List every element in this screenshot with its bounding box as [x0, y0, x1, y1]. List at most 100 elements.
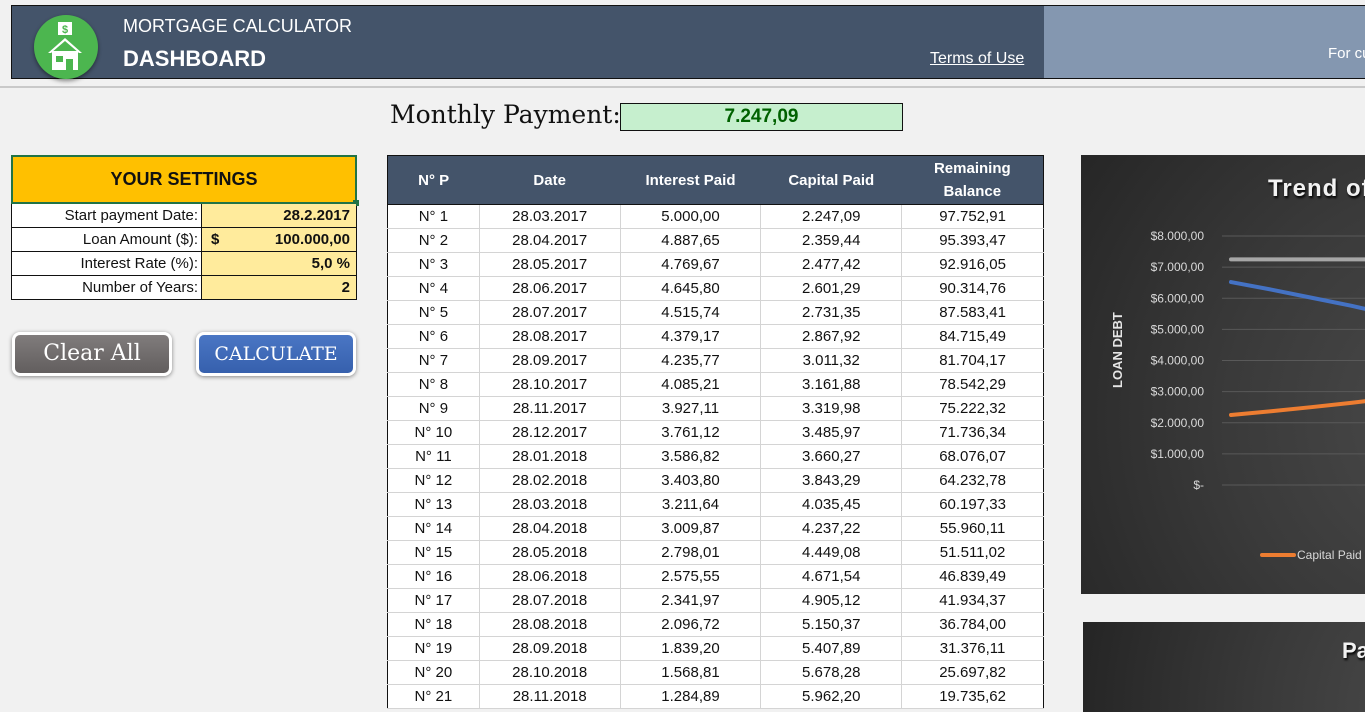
cell-interest-paid[interactable]: 3.009,87: [620, 516, 762, 541]
cell-capital-paid[interactable]: 2.731,35: [760, 300, 903, 325]
cell-date[interactable]: 28.04.2018: [479, 516, 621, 541]
cell-date[interactable]: 28.10.2017: [479, 372, 621, 397]
cell-period[interactable]: N° 2: [387, 228, 480, 253]
cell-capital-paid[interactable]: 4.035,45: [760, 492, 903, 517]
cell-interest-paid[interactable]: 2.341,97: [620, 588, 762, 613]
cell-remaining-balance[interactable]: 64.232,78: [901, 468, 1044, 493]
cell-period[interactable]: N° 18: [387, 612, 480, 637]
cell-date[interactable]: 28.05.2018: [479, 540, 621, 565]
cell-period[interactable]: N° 14: [387, 516, 480, 541]
cell-period[interactable]: N° 17: [387, 588, 480, 613]
cell-date[interactable]: 28.09.2017: [479, 348, 621, 373]
cell-period[interactable]: N° 12: [387, 468, 480, 493]
cell-remaining-balance[interactable]: 51.511,02: [901, 540, 1044, 565]
cell-interest-paid[interactable]: 1.284,89: [620, 684, 762, 709]
cell-capital-paid[interactable]: 5.150,37: [760, 612, 903, 637]
cell-remaining-balance[interactable]: 97.752,91: [901, 204, 1044, 229]
cell-period[interactable]: N° 19: [387, 636, 480, 661]
cell-date[interactable]: 28.11.2017: [479, 396, 621, 421]
cell-capital-paid[interactable]: 5.678,28: [760, 660, 903, 685]
cell-remaining-balance[interactable]: 92.916,05: [901, 252, 1044, 277]
cell-remaining-balance[interactable]: 78.542,29: [901, 372, 1044, 397]
cell-capital-paid[interactable]: 2.359,44: [760, 228, 903, 253]
cell-interest-paid[interactable]: 4.645,80: [620, 276, 762, 301]
cell-period[interactable]: N° 20: [387, 660, 480, 685]
cell-capital-paid[interactable]: 3.011,32: [760, 348, 903, 373]
cell-capital-paid[interactable]: 2.247,09: [760, 204, 903, 229]
cell-period[interactable]: N° 6: [387, 324, 480, 349]
cell-interest-paid[interactable]: 3.403,80: [620, 468, 762, 493]
cell-remaining-balance[interactable]: 31.376,11: [901, 636, 1044, 661]
cell-remaining-balance[interactable]: 90.314,76: [901, 276, 1044, 301]
cell-date[interactable]: 28.01.2018: [479, 444, 621, 469]
cell-remaining-balance[interactable]: 71.736,34: [901, 420, 1044, 445]
cell-capital-paid[interactable]: 4.449,08: [760, 540, 903, 565]
start-date-input[interactable]: 28.2.2017: [202, 204, 356, 227]
cell-date[interactable]: 28.06.2018: [479, 564, 621, 589]
cell-remaining-balance[interactable]: 46.839,49: [901, 564, 1044, 589]
cell-remaining-balance[interactable]: 55.960,11: [901, 516, 1044, 541]
cell-period[interactable]: N° 13: [387, 492, 480, 517]
cell-date[interactable]: 28.08.2017: [479, 324, 621, 349]
cell-capital-paid[interactable]: 2.867,92: [760, 324, 903, 349]
cell-date[interactable]: 28.02.2018: [479, 468, 621, 493]
cell-interest-paid[interactable]: 4.235,77: [620, 348, 762, 373]
cell-remaining-balance[interactable]: 84.715,49: [901, 324, 1044, 349]
cell-interest-paid[interactable]: 1.568,81: [620, 660, 762, 685]
cell-interest-paid[interactable]: 4.515,74: [620, 300, 762, 325]
cell-capital-paid[interactable]: 3.485,97: [760, 420, 903, 445]
loan-amount-input[interactable]: $100.000,00: [202, 228, 356, 251]
cell-date[interactable]: 28.06.2017: [479, 276, 621, 301]
cell-capital-paid[interactable]: 4.237,22: [760, 516, 903, 541]
cell-date[interactable]: 28.05.2017: [479, 252, 621, 277]
cell-interest-paid[interactable]: 4.085,21: [620, 372, 762, 397]
cell-interest-paid[interactable]: 4.887,65: [620, 228, 762, 253]
cell-date[interactable]: 28.03.2017: [479, 204, 621, 229]
cell-capital-paid[interactable]: 2.601,29: [760, 276, 903, 301]
cell-capital-paid[interactable]: 5.962,20: [760, 684, 903, 709]
cell-remaining-balance[interactable]: 81.704,17: [901, 348, 1044, 373]
cell-capital-paid[interactable]: 3.843,29: [760, 468, 903, 493]
cell-period[interactable]: N° 1: [387, 204, 480, 229]
payment-chart[interactable]: Pa: [1083, 622, 1365, 712]
cell-interest-paid[interactable]: 2.575,55: [620, 564, 762, 589]
cell-remaining-balance[interactable]: 41.934,37: [901, 588, 1044, 613]
cell-remaining-balance[interactable]: 87.583,41: [901, 300, 1044, 325]
cell-capital-paid[interactable]: 4.671,54: [760, 564, 903, 589]
cell-period[interactable]: N° 7: [387, 348, 480, 373]
years-input[interactable]: 2: [202, 276, 356, 299]
cell-capital-paid[interactable]: 2.477,42: [760, 252, 903, 277]
cell-period[interactable]: N° 4: [387, 276, 480, 301]
cell-remaining-balance[interactable]: 36.784,00: [901, 612, 1044, 637]
cell-period[interactable]: N° 10: [387, 420, 480, 445]
settings-title[interactable]: YOUR SETTINGS: [11, 155, 359, 206]
cell-period[interactable]: N° 9: [387, 396, 480, 421]
cell-interest-paid[interactable]: 3.761,12: [620, 420, 762, 445]
series-line-capital-paid[interactable]: [1229, 398, 1365, 417]
cell-remaining-balance[interactable]: 75.222,32: [901, 396, 1044, 421]
cell-period[interactable]: N° 16: [387, 564, 480, 589]
calculate-button[interactable]: CALCULATE: [196, 332, 356, 376]
cell-date[interactable]: 28.07.2018: [479, 588, 621, 613]
cell-capital-paid[interactable]: 3.660,27: [760, 444, 903, 469]
cell-remaining-balance[interactable]: 68.076,07: [901, 444, 1044, 469]
cell-capital-paid[interactable]: 4.905,12: [760, 588, 903, 613]
cell-interest-paid[interactable]: 5.000,00: [620, 204, 762, 229]
cell-interest-paid[interactable]: 1.839,20: [620, 636, 762, 661]
cell-interest-paid[interactable]: 4.769,67: [620, 252, 762, 277]
cell-capital-paid[interactable]: 3.319,98: [760, 396, 903, 421]
cell-remaining-balance[interactable]: 95.393,47: [901, 228, 1044, 253]
cell-date[interactable]: 28.12.2017: [479, 420, 621, 445]
cell-date[interactable]: 28.03.2018: [479, 492, 621, 517]
cell-capital-paid[interactable]: 5.407,89: [760, 636, 903, 661]
cell-interest-paid[interactable]: 2.798,01: [620, 540, 762, 565]
cell-interest-paid[interactable]: 3.927,11: [620, 396, 762, 421]
cell-remaining-balance[interactable]: 25.697,82: [901, 660, 1044, 685]
cell-period[interactable]: N° 15: [387, 540, 480, 565]
cell-date[interactable]: 28.09.2018: [479, 636, 621, 661]
cell-period[interactable]: N° 3: [387, 252, 480, 277]
cell-date[interactable]: 28.07.2017: [479, 300, 621, 325]
cell-capital-paid[interactable]: 3.161,88: [760, 372, 903, 397]
cell-date[interactable]: 28.11.2018: [479, 684, 621, 709]
cell-interest-paid[interactable]: 3.211,64: [620, 492, 762, 517]
